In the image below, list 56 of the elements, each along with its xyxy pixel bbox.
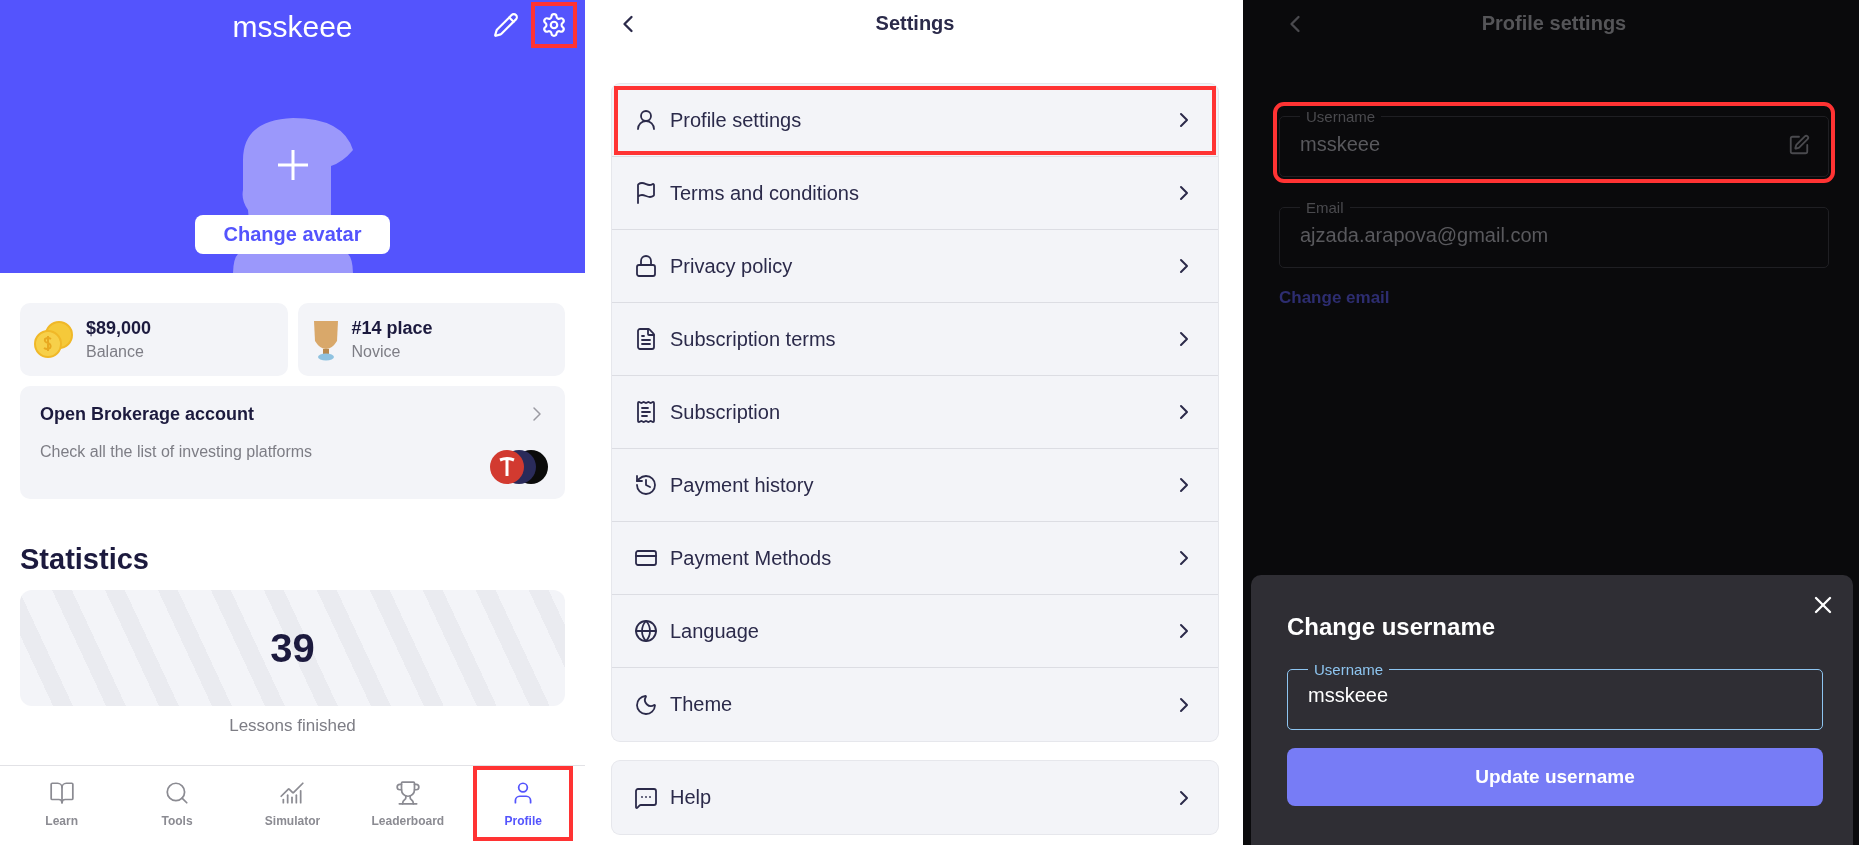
statistics-heading: Statistics [20,543,150,576]
book-icon [48,779,75,806]
chart-icon [279,779,306,806]
settings-row[interactable]: Subscription [612,376,1218,449]
edit-icon [1788,133,1810,156]
settings-row-label: Payment history [670,473,815,497]
settings-row-label: Privacy policy [670,254,794,278]
lessons-caption: Lessons finished [228,716,357,736]
settings-row-label: Language [670,619,760,643]
stat-value: $89,000 [86,318,152,339]
chat-icon [634,785,658,810]
settings-row[interactable]: Privacy policy [612,230,1218,303]
coins-icon [34,319,74,360]
settings-title: Settings [875,12,955,35]
brokerage-subtitle: Check all the list of investing platforms [40,443,314,461]
moon-icon [634,692,658,717]
settings-row-label: Terms and conditions [670,181,860,205]
change-avatar-button[interactable]: Change avatar [195,215,390,254]
lessons-count: 39 [270,625,315,671]
platform-logos-icon [489,449,549,485]
settings-row[interactable]: Help [612,761,1218,834]
settings-row-label: Help [670,786,713,809]
dialog-title: Change username [1287,613,1497,641]
settings-row[interactable]: Payment history [612,449,1218,522]
update-username-button[interactable]: Update username [1287,748,1823,806]
settings-icon [541,12,567,38]
trophy-icon [394,779,421,806]
receipt-icon [634,400,658,424]
settings-row-label: Theme [670,693,734,716]
settings-row-label: Profile settings [670,108,803,132]
settings-row-label: Subscription terms [670,327,837,351]
brokerage-title: Open Brokerage account [40,404,255,425]
settings-row[interactable]: Language [612,595,1218,668]
settings-row-label: Subscription [670,400,782,424]
nav-tab[interactable]: Profile [473,766,574,841]
settings-row[interactable]: Subscription terms [612,303,1218,376]
username-title: msskeee [232,10,353,44]
user-icon [634,108,658,132]
settings-row[interactable]: Theme [612,668,1218,741]
stat-label: Balance [86,343,145,361]
search-icon [164,779,191,806]
history-icon [634,473,658,497]
settings-row[interactable]: Payment Methods [612,522,1218,595]
pencil-icon [493,12,519,38]
lock-icon [634,254,658,278]
globe-icon [634,619,658,643]
settings-row[interactable]: Terms and conditions [612,157,1218,230]
profile-settings-title: Profile settings [1481,12,1627,36]
flag-icon [634,181,658,205]
document-icon [634,327,658,351]
settings-row[interactable]: Profile settings [612,84,1218,157]
brokerage-card[interactable]: Open Brokerage account Check all the list of investing platforms [20,386,565,499]
cup-icon [311,318,340,361]
settings-row-label: Payment Methods [670,546,833,570]
stat-label: Novice [351,343,402,361]
stat-value: #14 place [351,318,433,339]
